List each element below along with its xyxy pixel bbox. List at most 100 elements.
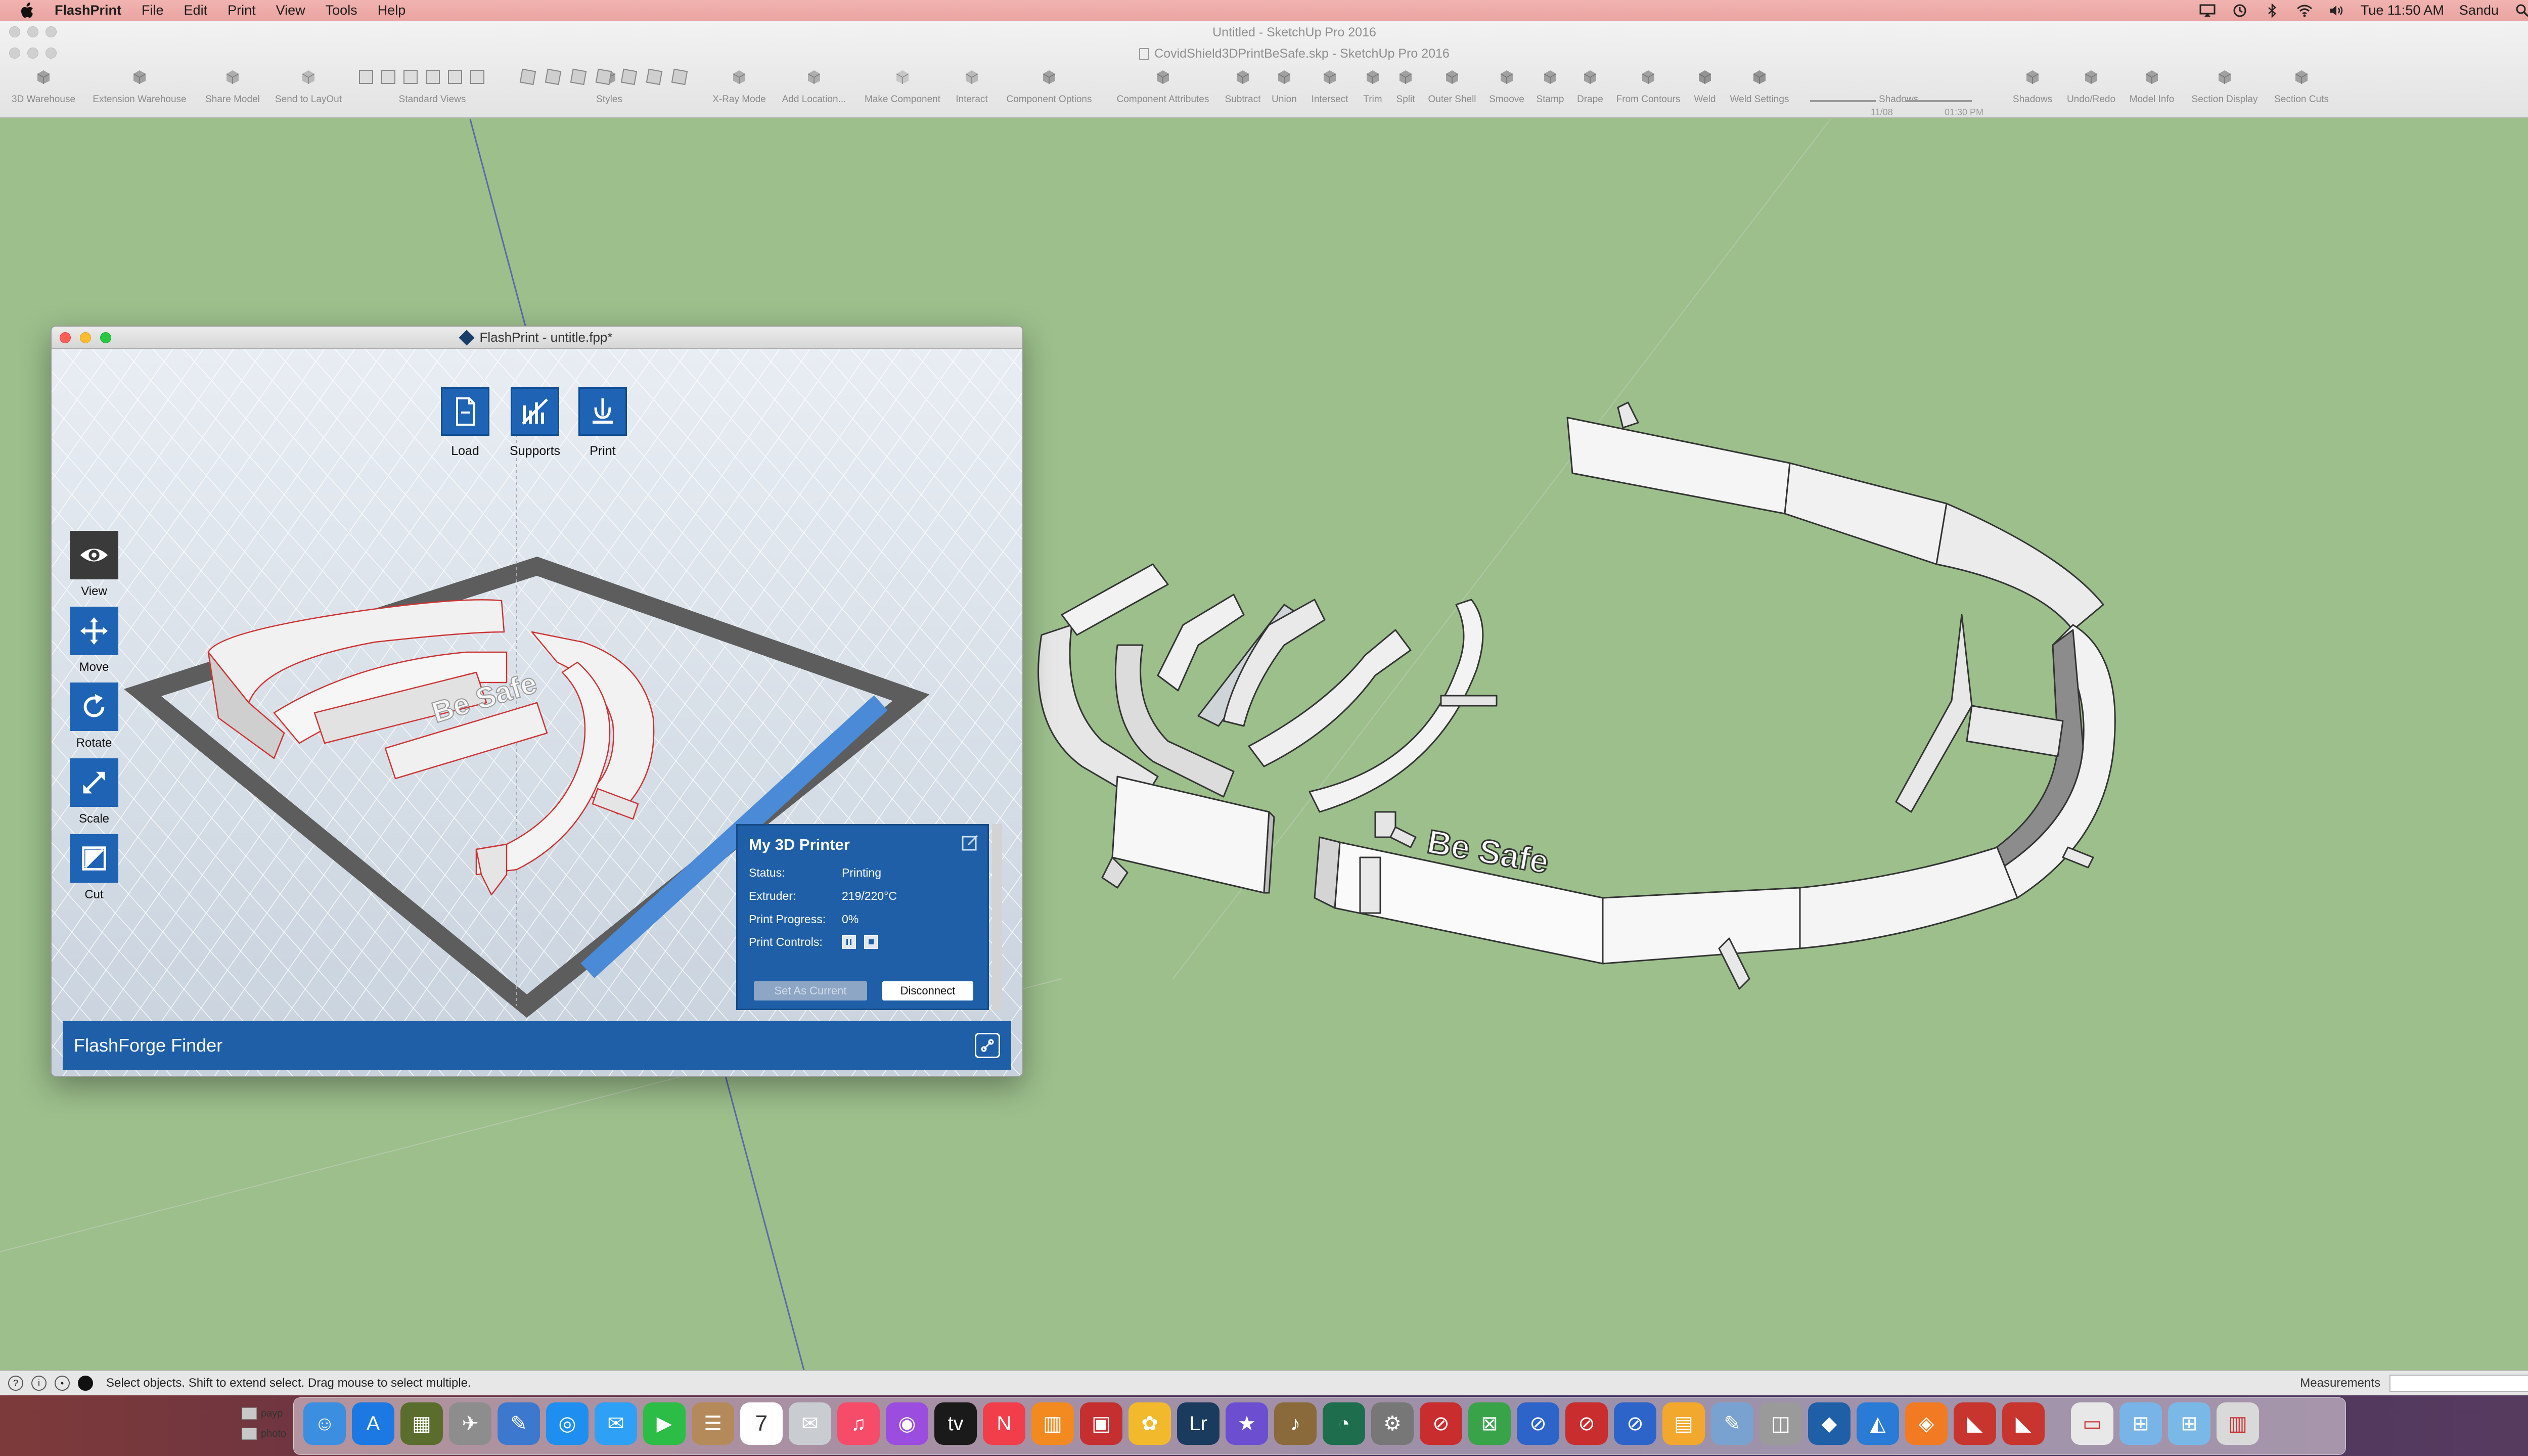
dock-trash-icon[interactable]: ▥ <box>2217 1402 2259 1445</box>
dock-lightroom-icon[interactable]: Lr <box>1177 1402 1220 1445</box>
standard-view-icon[interactable] <box>359 70 373 84</box>
dock-app2-icon[interactable]: ⊠ <box>1468 1402 1511 1445</box>
menu-view[interactable]: View <box>276 3 305 18</box>
menu-app-name[interactable]: FlashPrint <box>55 3 121 18</box>
dock-sketchup-icon[interactable]: ◣ <box>1954 1402 1996 1445</box>
rotate-button[interactable]: Rotate <box>69 682 119 750</box>
dock-music-icon[interactable]: ♫ <box>837 1402 880 1445</box>
supports-button[interactable]: Supports <box>510 387 560 459</box>
user-account-icon[interactable]: • <box>55 1376 70 1391</box>
view-button[interactable]: View <box>69 531 119 599</box>
dock-news-icon[interactable]: N <box>983 1402 1025 1445</box>
toolbar-button-undo-redo[interactable]: Undo/Redo <box>2061 67 2121 105</box>
wifi-icon[interactable] <box>2296 4 2313 18</box>
toolbar-button-outer-shell[interactable]: Outer Shell <box>1422 67 1482 105</box>
standard-view-icon[interactable] <box>403 70 418 84</box>
toolbar-button-component-attributes[interactable]: Component Attributes <box>1117 67 1209 105</box>
printer-bar[interactable]: FlashForge Finder <box>63 1021 1011 1070</box>
measurements-input[interactable] <box>2389 1375 2528 1392</box>
toolbar-button-send-to-layout[interactable]: Send to LayOut <box>275 67 342 105</box>
dock-applications-icon[interactable]: ⊞ <box>2119 1402 2162 1445</box>
dock-sketchup-2-icon[interactable]: ◣ <box>2002 1402 2045 1445</box>
set-as-current-button[interactable]: Set As Current <box>754 981 867 1000</box>
standard-view-icon[interactable] <box>448 70 462 84</box>
toolbar-button-add-location[interactable]: Add Location... <box>782 67 846 105</box>
minimize-window-button[interactable] <box>80 332 91 343</box>
style-icon[interactable] <box>519 68 536 85</box>
toolbar-button-3d-warehouse[interactable]: 3D Warehouse <box>12 67 75 105</box>
style-icon[interactable] <box>671 68 688 85</box>
toolbar-button-drape[interactable]: Drape <box>1560 67 1620 105</box>
toolbar-button-x-ray-mode[interactable]: X-Ray Mode <box>709 67 770 105</box>
dock-finder-icon[interactable]: ☺ <box>303 1402 346 1445</box>
dock-messages-icon[interactable]: ✉ <box>595 1402 637 1445</box>
shadow-time-slider[interactable] <box>1906 100 1972 102</box>
flashprint-titlebar[interactable]: FlashPrint - untitle.fpp* <box>52 327 1022 349</box>
toolbar-button-extension-warehouse[interactable]: Extension Warehouse <box>93 67 187 105</box>
style-icon[interactable] <box>646 68 663 85</box>
geo-location-icon[interactable]: ? <box>8 1376 23 1391</box>
dock-preview-icon[interactable]: ✎ <box>498 1402 540 1445</box>
spotlight-search-icon[interactable] <box>2514 4 2528 18</box>
menu-edit[interactable]: Edit <box>184 3 208 18</box>
dock-safari-icon[interactable]: ◎ <box>546 1402 589 1445</box>
toolbar-button-make-component[interactable]: Make Component <box>865 67 940 105</box>
dock-app5-icon[interactable]: ⊘ <box>1614 1402 1656 1445</box>
dock-preview-icon[interactable]: ✉ <box>789 1402 831 1445</box>
toolbar-button-shadows[interactable]: Shadows <box>2002 67 2063 105</box>
dock-flashprint-icon[interactable]: ◆ <box>1808 1402 1850 1445</box>
load-button[interactable]: Load <box>441 387 489 459</box>
toolbar-button-interact[interactable]: Interact <box>941 67 1002 105</box>
menu-file[interactable]: File <box>142 3 164 18</box>
dock-photo-booth-icon[interactable]: ▣ <box>1080 1402 1122 1445</box>
zoom-window-button[interactable] <box>100 332 111 343</box>
style-icon[interactable] <box>545 68 562 85</box>
pause-button[interactable] <box>842 935 856 949</box>
menu-tools[interactable]: Tools <box>326 3 357 18</box>
move-button[interactable]: Move <box>69 607 119 674</box>
standard-view-icon[interactable] <box>470 70 484 84</box>
printer-panel-scrollbar[interactable] <box>992 824 1002 1010</box>
menu-clock[interactable]: Tue 11:50 AM <box>2361 3 2444 18</box>
dock-blender-icon[interactable]: ◈ <box>1905 1402 1948 1445</box>
toolbar-button-section-display[interactable]: Section Display <box>2192 67 2258 105</box>
scale-button[interactable]: Scale <box>69 758 119 826</box>
toolbar-button-weld-settings[interactable]: Weld Settings <box>1729 67 1790 105</box>
close-window-button[interactable] <box>60 332 71 343</box>
dock-facetime-icon[interactable]: ▶ <box>643 1402 686 1445</box>
dock-app-store-icon[interactable]: A <box>352 1402 394 1445</box>
toolbar-button-model-info[interactable]: Model Info <box>2121 67 2182 105</box>
dock-documents-icon[interactable]: ⊞ <box>2168 1402 2210 1445</box>
print-button[interactable]: Print <box>578 387 627 459</box>
standard-view-icon[interactable] <box>381 70 395 84</box>
style-icon[interactable] <box>620 68 638 85</box>
dock-stack-folder[interactable]: payp photo <box>242 1403 302 1449</box>
style-icon[interactable] <box>595 68 612 85</box>
standard-view-icon[interactable] <box>426 70 440 84</box>
edit-printer-icon[interactable] <box>961 834 979 852</box>
dock-xcode-icon[interactable]: ◭ <box>1857 1402 1899 1445</box>
connect-printer-icon[interactable] <box>975 1033 1000 1058</box>
style-icon[interactable] <box>570 68 587 85</box>
airplay-icon[interactable] <box>2199 4 2216 18</box>
dock-pages-icon[interactable]: ▤ <box>1662 1402 1705 1445</box>
dock-calendar-icon[interactable]: 7 <box>740 1402 783 1445</box>
toolbar-button-weld[interactable]: Weld <box>1675 67 1735 105</box>
time-machine-icon[interactable] <box>2231 4 2248 18</box>
menu-help[interactable]: Help <box>378 3 406 18</box>
dock-mission-control-icon[interactable]: ▦ <box>400 1402 443 1445</box>
dock-disk-utility-icon[interactable]: ◫ <box>1759 1402 1802 1445</box>
dock-system-preferences-icon[interactable]: ⚙ <box>1371 1402 1414 1445</box>
stop-button[interactable] <box>864 935 878 949</box>
dock-tv-icon[interactable]: tv <box>934 1402 977 1445</box>
disconnect-button[interactable]: Disconnect <box>882 981 973 1000</box>
dock-instruments-icon[interactable]: ♪ <box>1274 1402 1317 1445</box>
apple-menu-icon[interactable] <box>18 2 38 18</box>
dock-app1-icon[interactable]: ⊘ <box>1420 1402 1462 1445</box>
cut-button[interactable]: Cut <box>69 834 119 902</box>
dock-books-icon[interactable]: ▥ <box>1031 1402 1074 1445</box>
dock-imovie-icon[interactable]: ★ <box>1226 1402 1268 1445</box>
dock-time-machine-icon[interactable]: ◔ <box>1323 1402 1365 1445</box>
bluetooth-icon[interactable] <box>2264 3 2281 18</box>
dock-app3-icon[interactable]: ⊘ <box>1517 1402 1559 1445</box>
